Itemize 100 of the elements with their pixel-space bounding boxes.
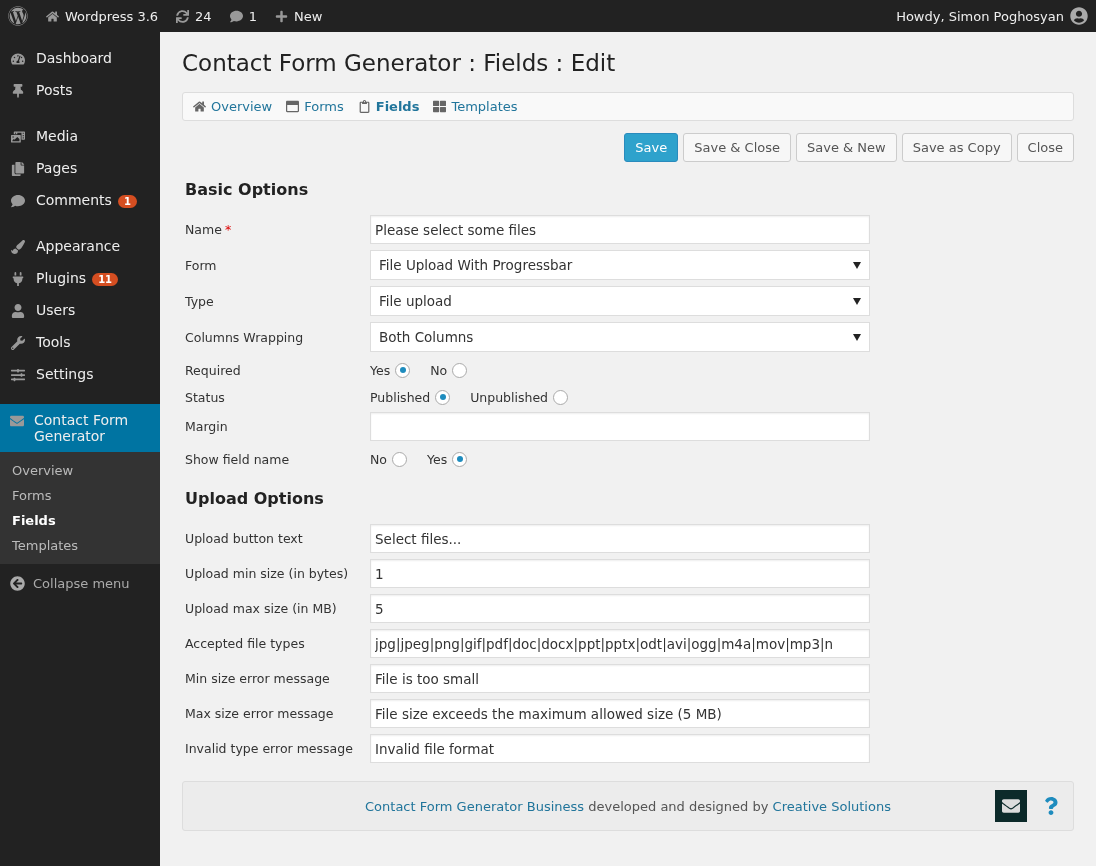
- home-icon: [193, 100, 206, 113]
- field-label: Upload button text: [185, 531, 304, 546]
- submenu-item[interactable]: Fields: [0, 508, 160, 533]
- avatar-icon: [1070, 7, 1088, 25]
- sidebar-item[interactable]: Plugins 11: [0, 262, 160, 294]
- new-link[interactable]: New: [293, 8, 323, 24]
- sidebar-item[interactable]: Posts: [0, 74, 160, 106]
- author-link[interactable]: Creative Solutions: [772, 798, 891, 814]
- text-input-field[interactable]: 5: [370, 594, 870, 623]
- greeting-link[interactable]: Howdy, Simon Poghosyan: [896, 8, 1064, 24]
- window-icon: [286, 100, 300, 113]
- field-label: Name *: [185, 222, 233, 237]
- media-icon: [11, 130, 25, 144]
- field-label: Type: [185, 293, 215, 309]
- field-label: Upload max size (in MB): [185, 601, 338, 616]
- pin-icon: [11, 84, 25, 98]
- radio-button[interactable]: [553, 389, 569, 405]
- field-label: Status: [185, 389, 226, 405]
- sidebar-item[interactable]: Tools: [0, 326, 160, 358]
- text-input-field[interactable]: Invalid file format: [370, 734, 870, 763]
- select-dropdown[interactable]: File upload: [370, 286, 870, 316]
- product-link[interactable]: Contact Form Generator Business: [365, 798, 585, 814]
- submenu-item[interactable]: Templates: [0, 533, 160, 558]
- comments-count[interactable]: 1: [248, 8, 257, 24]
- text-input-field[interactable]: [370, 412, 870, 441]
- text-input-field[interactable]: File size exceeds the maximum allowed size (5 MB): [370, 699, 870, 728]
- action-button[interactable]: Save as Copy: [901, 133, 1012, 162]
- sidebar-item[interactable]: Media: [0, 120, 160, 152]
- caret-icon: [853, 297, 861, 305]
- count-badge: 1: [117, 195, 137, 208]
- radio-button[interactable]: [435, 389, 451, 405]
- action-button[interactable]: Save & New: [796, 133, 897, 162]
- text-input-field[interactable]: Please select some files: [370, 215, 870, 244]
- caret-icon: [853, 261, 861, 269]
- envelope-logo-icon[interactable]: [995, 790, 1027, 822]
- pages-icon: [11, 162, 25, 176]
- section-title: Basic Options: [185, 180, 310, 199]
- radio-label: No: [430, 362, 448, 378]
- submenu-item[interactable]: Overview: [0, 458, 160, 483]
- comment-icon: [229, 9, 243, 23]
- radio-label: Yes: [370, 362, 391, 378]
- radio-label: Yes: [427, 451, 448, 467]
- field-label: Columns Wrapping: [185, 329, 305, 345]
- radio-button[interactable]: [452, 451, 468, 467]
- plug-icon: [11, 272, 25, 286]
- field-label: Accepted file types: [185, 636, 306, 651]
- sidebar-item[interactable]: Pages: [0, 152, 160, 184]
- nav-tab[interactable]: Forms: [286, 99, 344, 114]
- plus-icon: [274, 9, 288, 23]
- radio-label: Published: [370, 389, 431, 405]
- speech-bubble-icon: [11, 194, 25, 208]
- nav-tab[interactable]: Fields: [357, 99, 420, 114]
- field-label: Upload min size (in bytes): [185, 566, 350, 581]
- sync-icon: [176, 9, 190, 23]
- field-label: Show field name: [185, 451, 291, 467]
- radio-button[interactable]: [392, 451, 407, 467]
- sliders-icon: [11, 368, 25, 382]
- grid-icon: [433, 100, 447, 113]
- caret-icon: [853, 333, 861, 341]
- text-input-field[interactable]: 1: [370, 559, 870, 588]
- sidebar-item[interactable]: Users: [0, 294, 160, 326]
- sidebar-item[interactable]: Appearance: [0, 230, 160, 262]
- select-dropdown[interactable]: Both Columns: [370, 322, 870, 352]
- brush-icon: [11, 240, 25, 254]
- sidebar-item[interactable]: Settings: [0, 358, 160, 390]
- field-label: Max size error message: [185, 706, 335, 721]
- updates-count[interactable]: 24: [195, 8, 212, 24]
- field-label: Min size error message: [185, 671, 331, 686]
- footer-credit: Contact Form Generator Business developed and designed by Creative Solutions: [365, 798, 891, 814]
- action-button[interactable]: Save & Close: [683, 133, 791, 162]
- site-link[interactable]: Wordpress 3.6: [65, 8, 159, 24]
- home-icon: [46, 9, 59, 23]
- sidebar-item[interactable]: Contact Form Generator: [0, 404, 160, 452]
- sidebar-item[interactable]: Comments 1: [0, 184, 160, 216]
- gauge-icon: [11, 52, 25, 66]
- section-title: Upload Options: [185, 489, 325, 508]
- radio-button[interactable]: [395, 362, 411, 378]
- field-label: Invalid type error message: [185, 741, 354, 756]
- collapse-menu-button[interactable]: Collapse menu: [0, 564, 160, 603]
- select-dropdown[interactable]: File Upload With Progressbar: [370, 250, 870, 280]
- nav-tab[interactable]: Templates: [433, 99, 518, 114]
- page-title: Contact Form Generator : Fields : Edit: [182, 50, 617, 76]
- text-input-field[interactable]: jpg|jpeg|png|gif|pdf|doc|docx|ppt|pptx|odt|avi|ogg|m4a|mov|mp3|n: [370, 629, 870, 658]
- field-label: Required: [185, 362, 242, 378]
- count-badge: 11: [92, 273, 119, 286]
- radio-button[interactable]: [452, 362, 468, 378]
- user-icon: [11, 304, 25, 318]
- submenu-item[interactable]: Forms: [0, 483, 160, 508]
- radio-label: No: [370, 451, 387, 467]
- clipboard-icon: [357, 100, 371, 113]
- text-input-field[interactable]: File is too small: [370, 664, 870, 693]
- arrow-left-icon: [10, 576, 25, 591]
- radio-label: Unpublished: [470, 389, 549, 405]
- wordpress-logo-icon[interactable]: [8, 6, 28, 26]
- sidebar-item[interactable]: Dashboard: [0, 42, 160, 74]
- wrench-icon: [11, 336, 25, 350]
- action-button[interactable]: Close: [1016, 133, 1074, 162]
- field-label: Form: [185, 257, 218, 273]
- text-input-field[interactable]: Select files...: [370, 524, 870, 553]
- nav-tab[interactable]: Overview: [193, 99, 273, 114]
